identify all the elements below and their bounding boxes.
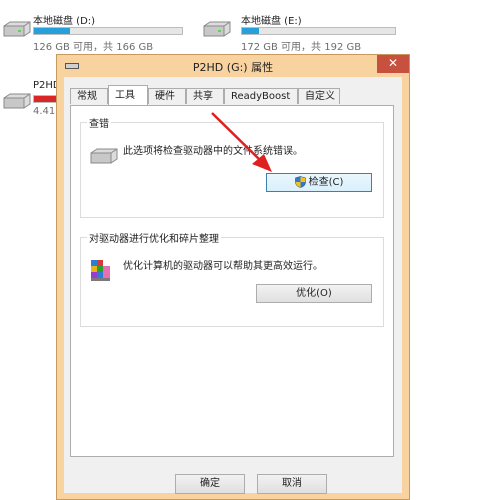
uac-shield-icon	[294, 176, 306, 188]
close-button[interactable]: ✕	[377, 55, 409, 73]
dialog-title: P2HD (G:) 属性	[192, 61, 274, 74]
drive-space-info: 172 GB 可用，共 192 GB	[241, 42, 362, 53]
tab-sharing[interactable]: 共享	[186, 88, 224, 104]
dialog-client-area: 常规 工具 硬件 共享 ReadyBoost 自定义 查错 此选项将检查驱动器中…	[64, 77, 402, 494]
drive-e[interactable]: 本地磁盘 (E:) 172 GB 可用，共 192 GB	[200, 0, 400, 53]
drive-check-icon	[90, 148, 118, 164]
tools-tab-panel: 查错 此选项将检查驱动器中的文件系统错误。 检查(C) 对驱动器进行优化和碎片整…	[70, 105, 394, 457]
check-button-label: 检查(C)	[308, 177, 344, 188]
drive-usage-bar	[33, 27, 183, 35]
drive-usage-bar	[241, 27, 396, 35]
tab-customize[interactable]: 自定义	[298, 88, 340, 104]
properties-dialog: P2HD (G:) 属性 ✕ 常规 工具 硬件 共享 ReadyBoost 自定…	[56, 54, 410, 500]
defrag-icon	[91, 260, 110, 281]
drive-space-info: 126 GB 可用，共 166 GB	[33, 42, 154, 53]
optimize-description: 优化计算机的驱动器可以帮助其更高效运行。	[123, 261, 323, 272]
check-description: 此选项将检查驱动器中的文件系统错误。	[123, 146, 303, 157]
group-title: 查错	[87, 115, 111, 130]
title-bar[interactable]: P2HD (G:) 属性 ✕	[57, 55, 409, 77]
cancel-button[interactable]: 取消	[257, 474, 327, 494]
tab-general[interactable]: 常规	[70, 88, 108, 104]
check-button[interactable]: 检查(C)	[266, 173, 372, 192]
optimize-group: 对驱动器进行优化和碎片整理 优化计算机的驱动器可以帮助其更高效运行。 优化(O)	[80, 230, 384, 327]
tab-hardware[interactable]: 硬件	[148, 88, 186, 104]
drive-label: 本地磁盘 (D:)	[33, 16, 96, 27]
usb-drive-icon	[3, 93, 31, 109]
drive-d[interactable]: 本地磁盘 (D:) 126 GB 可用，共 166 GB	[0, 0, 190, 53]
group-title: 对驱动器进行优化和碎片整理	[87, 230, 221, 245]
optimize-button[interactable]: 优化(O)	[256, 284, 372, 303]
ok-button[interactable]: 确定	[175, 474, 245, 494]
drive-space-info: 4.41	[33, 106, 56, 117]
tab-readyboost[interactable]: ReadyBoost	[224, 88, 298, 104]
drive-usage-fill	[242, 28, 259, 34]
hard-drive-icon	[3, 21, 31, 37]
drive-label: 本地磁盘 (E:)	[241, 16, 302, 27]
drive-usage-fill	[34, 28, 70, 34]
drive-g[interactable]: P2HD 4.41	[0, 74, 63, 122]
tab-tools[interactable]: 工具	[108, 85, 148, 105]
error-checking-group: 查错 此选项将检查驱动器中的文件系统错误。 检查(C)	[80, 115, 384, 218]
hard-drive-icon	[203, 21, 231, 37]
